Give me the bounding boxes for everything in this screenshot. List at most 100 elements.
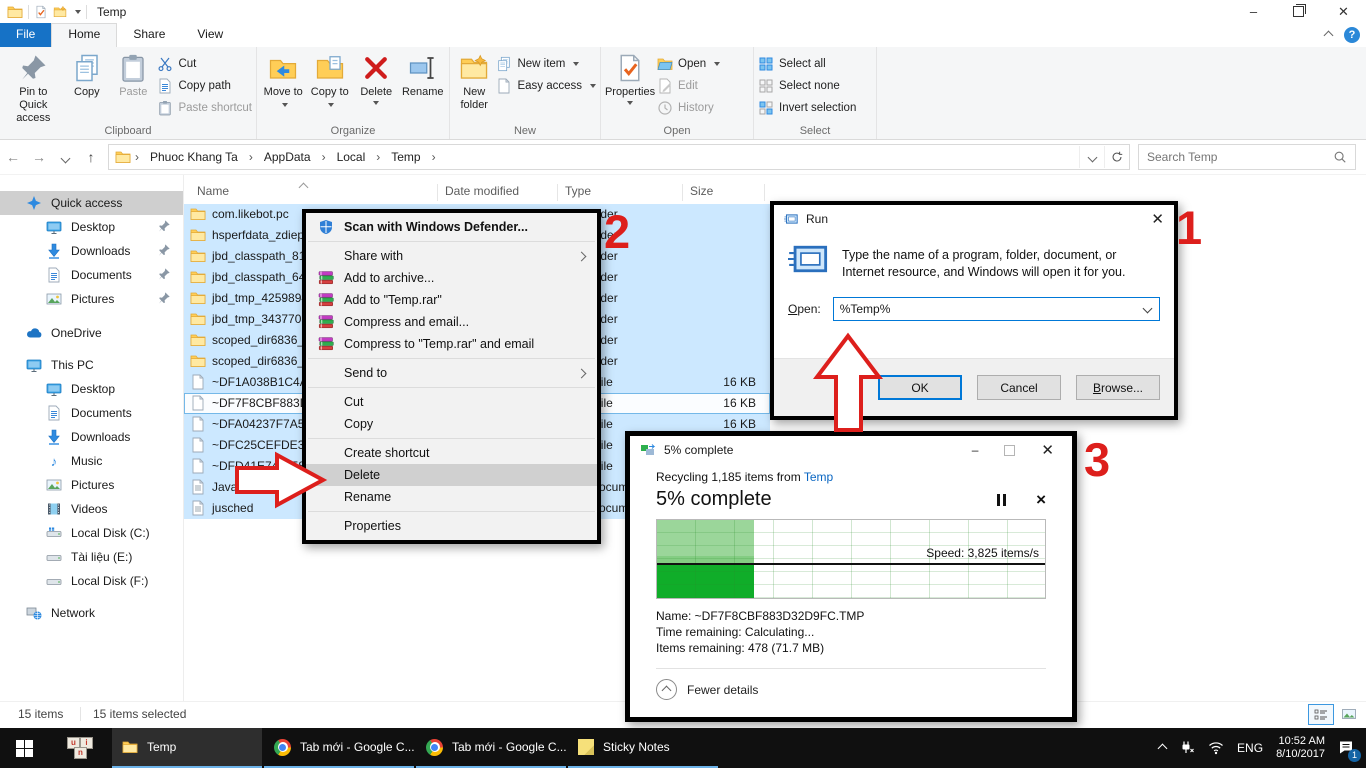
unikey-button[interactable]: uin (48, 728, 112, 768)
sidebar-item-desktop-qa[interactable]: Desktop (0, 215, 183, 239)
breadcrumb-item-appdata[interactable]: AppData (257, 150, 318, 164)
invert-selection-button[interactable]: Invert selection (758, 99, 856, 116)
menu-item-rename[interactable]: Rename (306, 486, 597, 508)
tray-expand-icon[interactable] (1158, 743, 1168, 753)
fewer-details-button[interactable]: Fewer details (656, 669, 1046, 700)
sidebar-item-quick-access[interactable]: Quick access (0, 191, 183, 215)
cut-button[interactable]: Cut (157, 55, 252, 72)
help-icon[interactable]: ? (1344, 27, 1360, 43)
recent-locations-caret[interactable] (52, 149, 78, 165)
browse-button[interactable]: Browse... (1076, 375, 1160, 400)
taskbar-clock[interactable]: 10:52 AM 8/10/2017 (1276, 735, 1325, 761)
sidebar-item-downloads-qa[interactable]: Downloads (0, 239, 183, 263)
ribbon-collapse-icon[interactable] (1324, 30, 1334, 40)
wifi-icon[interactable] (1208, 740, 1224, 756)
forward-icon[interactable]: → (26, 149, 52, 165)
up-icon[interactable]: ↑ (78, 149, 104, 165)
easy-access-button[interactable]: Easy access (496, 77, 596, 94)
menu-item-delete[interactable]: Delete (306, 464, 597, 486)
address-dropdown-caret[interactable] (1079, 146, 1104, 168)
breadcrumb-item-local[interactable]: Local (330, 150, 373, 164)
menu-item-scan-defender[interactable]: Scan with Windows Defender... (306, 216, 597, 238)
new-folder-button[interactable]: New folder (454, 50, 494, 112)
sidebar-item-onedrive[interactable]: OneDrive (0, 321, 183, 345)
move-to-button[interactable]: Move to (261, 50, 306, 112)
copy-path-button[interactable]: Copy path (157, 77, 252, 94)
menu-item-add-to-archive[interactable]: Add to archive... (306, 267, 597, 289)
column-header-type[interactable]: Type (565, 184, 591, 198)
sidebar-item-this-pc[interactable]: This PC (0, 353, 183, 377)
copy-to-button[interactable]: Copy to (308, 50, 353, 112)
pause-button[interactable] (997, 494, 1006, 506)
breadcrumb[interactable]: › Phuoc Khang Ta › AppData › Local › Tem… (108, 144, 1130, 170)
progress-close-button[interactable]: ✕ (1041, 441, 1054, 459)
taskbar-app-chrome-2[interactable]: Tab mới - Google C... (416, 728, 566, 768)
column-header-name[interactable]: Name (197, 184, 229, 198)
qat-properties-icon[interactable] (34, 5, 48, 19)
start-button[interactable] (0, 728, 48, 768)
taskbar-app-sticky-notes[interactable]: Sticky Notes (568, 728, 718, 768)
breadcrumb-item-temp[interactable]: Temp (384, 150, 427, 164)
menu-item-copy[interactable]: Copy (306, 413, 597, 435)
temp-link[interactable]: Temp (804, 470, 833, 484)
breadcrumb-item-user[interactable]: Phuoc Khang Ta (143, 150, 245, 164)
copy-button[interactable]: Copy (65, 50, 109, 99)
qat-customize-caret[interactable] (75, 10, 81, 14)
edit-button[interactable]: Edit (657, 77, 720, 94)
tab-share[interactable]: Share (117, 23, 181, 47)
sidebar-item-downloads[interactable]: Downloads (0, 425, 183, 449)
select-none-button[interactable]: Select none (758, 77, 856, 94)
language-indicator[interactable]: ENG (1237, 741, 1263, 755)
rename-button[interactable]: Rename (401, 50, 446, 99)
new-item-button[interactable]: New item (496, 55, 596, 72)
qat-new-folder-icon[interactable] (53, 5, 67, 19)
history-button[interactable]: History (657, 99, 720, 116)
sidebar-item-music[interactable]: ♪ Music (0, 449, 183, 473)
menu-item-compress-email[interactable]: Compress and email... (306, 311, 597, 333)
paste-button[interactable]: Paste (111, 50, 155, 99)
sidebar-item-documents[interactable]: Documents (0, 401, 183, 425)
select-all-button[interactable]: Select all (758, 55, 856, 72)
sidebar-item-desktop[interactable]: Desktop (0, 377, 183, 401)
ok-button[interactable]: OK (878, 375, 962, 400)
sidebar-item-network[interactable]: Network (0, 601, 183, 625)
action-center-icon[interactable]: 1 (1338, 739, 1354, 758)
sidebar-item-local-disk-c[interactable]: Local Disk (C:) (0, 521, 183, 545)
delete-button[interactable]: Delete (354, 50, 399, 105)
minimize-button[interactable]: – (1231, 0, 1276, 23)
tab-view[interactable]: View (181, 23, 239, 47)
back-icon[interactable]: ← (0, 149, 26, 165)
menu-item-cut[interactable]: Cut (306, 391, 597, 413)
properties-button[interactable]: Properties (605, 50, 655, 105)
sidebar-item-pictures[interactable]: Pictures (0, 473, 183, 497)
cancel-operation-button[interactable]: × (1036, 491, 1046, 508)
sidebar-item-local-disk-f[interactable]: Local Disk (F:) (0, 569, 183, 593)
menu-item-properties[interactable]: Properties (306, 515, 597, 537)
refresh-icon[interactable] (1104, 146, 1129, 168)
menu-item-compress-temp-rar-email[interactable]: Compress to "Temp.rar" and email (306, 333, 597, 355)
search-input[interactable]: Search Temp (1138, 144, 1356, 170)
tab-home[interactable]: Home (51, 23, 117, 47)
power-plug-icon[interactable] (1179, 740, 1195, 756)
thumbnail-view-button[interactable] (1337, 704, 1361, 723)
progress-maximize-button[interactable] (1004, 445, 1015, 456)
combo-dropdown-icon[interactable] (1143, 304, 1153, 314)
column-header-date-modified[interactable]: Date modified (445, 184, 519, 198)
taskbar-app-temp[interactable]: Temp (112, 728, 262, 768)
close-button[interactable]: ✕ (1321, 0, 1366, 23)
sidebar-item-pictures-qa[interactable]: Pictures (0, 287, 183, 311)
sidebar-item-videos[interactable]: Videos (0, 497, 183, 521)
open-button[interactable]: Open (657, 55, 720, 72)
menu-item-add-to-temp-rar[interactable]: Add to "Temp.rar" (306, 289, 597, 311)
column-header-size[interactable]: Size (690, 184, 713, 198)
progress-minimize-button[interactable]: – (972, 443, 979, 457)
run-close-icon[interactable]: ✕ (1151, 210, 1164, 228)
sidebar-item-drive-e[interactable]: Tài liệu (E:) (0, 545, 183, 569)
sidebar-item-documents-qa[interactable]: Documents (0, 263, 183, 287)
menu-item-send-to[interactable]: Send to (306, 362, 597, 384)
cancel-button[interactable]: Cancel (977, 375, 1061, 400)
tab-file[interactable]: File (0, 23, 51, 47)
details-view-button[interactable] (1308, 704, 1334, 725)
menu-item-create-shortcut[interactable]: Create shortcut (306, 442, 597, 464)
taskbar-app-chrome-1[interactable]: Tab mới - Google C... (264, 728, 414, 768)
